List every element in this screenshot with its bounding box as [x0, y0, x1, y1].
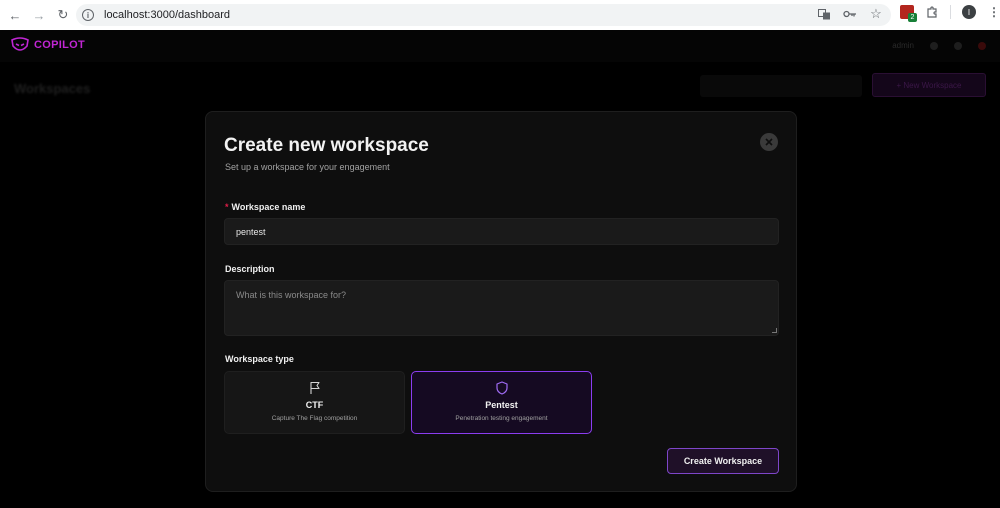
flag-icon	[310, 381, 320, 394]
profile-avatar[interactable]: I	[962, 5, 976, 19]
textarea-resize-handle[interactable]	[772, 328, 777, 333]
logout-icon[interactable]	[978, 41, 986, 50]
toolbar-divider	[950, 5, 951, 19]
ctf-title: CTF	[305, 400, 324, 410]
description-textarea[interactable]	[224, 280, 779, 336]
more-menu-icon[interactable]: ⋮	[987, 5, 1000, 19]
workspace-type-pentest[interactable]: Pentest Penetration testing engagement	[411, 371, 592, 434]
dialog-subtitle: Set up a workspace for your engagement	[225, 162, 390, 172]
create-workspace-button[interactable]: Create Workspace	[667, 448, 779, 474]
workspace-name-label: * Workspace name	[225, 202, 305, 212]
header-actions: admin	[892, 41, 986, 50]
back-arrow-icon[interactable]: ←	[6, 6, 24, 24]
close-button[interactable]	[760, 133, 778, 151]
extension-badge-count: 2	[908, 13, 917, 22]
notification-icon[interactable]	[954, 41, 962, 50]
address-bar[interactable]: i localhost:3000/dashboard ☆	[76, 4, 891, 26]
dialog-title: Create new workspace	[224, 135, 429, 156]
required-marker: *	[225, 202, 229, 212]
extension-icon[interactable]: 2	[900, 5, 917, 22]
pentest-description: Penetration testing engagement	[455, 415, 548, 422]
key-icon[interactable]	[843, 7, 857, 21]
brand-logo[interactable]: COPILOT	[10, 37, 85, 53]
reload-icon[interactable]: ↻	[54, 6, 72, 24]
create-workspace-dialog: Create new workspace Set up a workspace …	[205, 111, 797, 492]
description-label: Description	[225, 264, 275, 274]
app-root: COPILOT admin Workspaces + New Workspace…	[0, 30, 1000, 508]
translate-icon[interactable]	[817, 7, 831, 21]
ctf-description: Capture The Flag competition	[271, 415, 358, 422]
settings-icon[interactable]	[930, 41, 938, 50]
url-text[interactable]: localhost:3000/dashboard	[104, 9, 230, 21]
workspace-type-ctf[interactable]: CTF Capture The Flag competition	[224, 371, 405, 434]
new-workspace-button[interactable]: + New Workspace	[872, 73, 986, 97]
shield-icon	[496, 381, 508, 395]
pentest-title: Pentest	[485, 400, 518, 410]
browser-toolbar: ← → ↻ i localhost:3000/dashboard ☆ 2 I ⋮	[0, 0, 1000, 30]
site-info-icon[interactable]: i	[82, 9, 94, 21]
user-label[interactable]: admin	[892, 41, 914, 50]
page-title: Workspaces	[14, 81, 91, 96]
app-header: COPILOT admin	[0, 30, 1000, 62]
workspace-name-input[interactable]	[224, 218, 779, 245]
forward-arrow-icon[interactable]: →	[30, 6, 48, 24]
search-input[interactable]	[700, 75, 862, 97]
star-icon[interactable]: ☆	[869, 6, 883, 21]
extensions-puzzle-icon[interactable]	[925, 5, 939, 19]
copilot-logo-icon	[11, 37, 29, 51]
workspace-name-label-text: Workspace name	[231, 202, 306, 212]
workspace-type-label: Workspace type	[225, 354, 294, 364]
close-icon	[765, 138, 773, 146]
brand-name: COPILOT	[34, 39, 85, 51]
